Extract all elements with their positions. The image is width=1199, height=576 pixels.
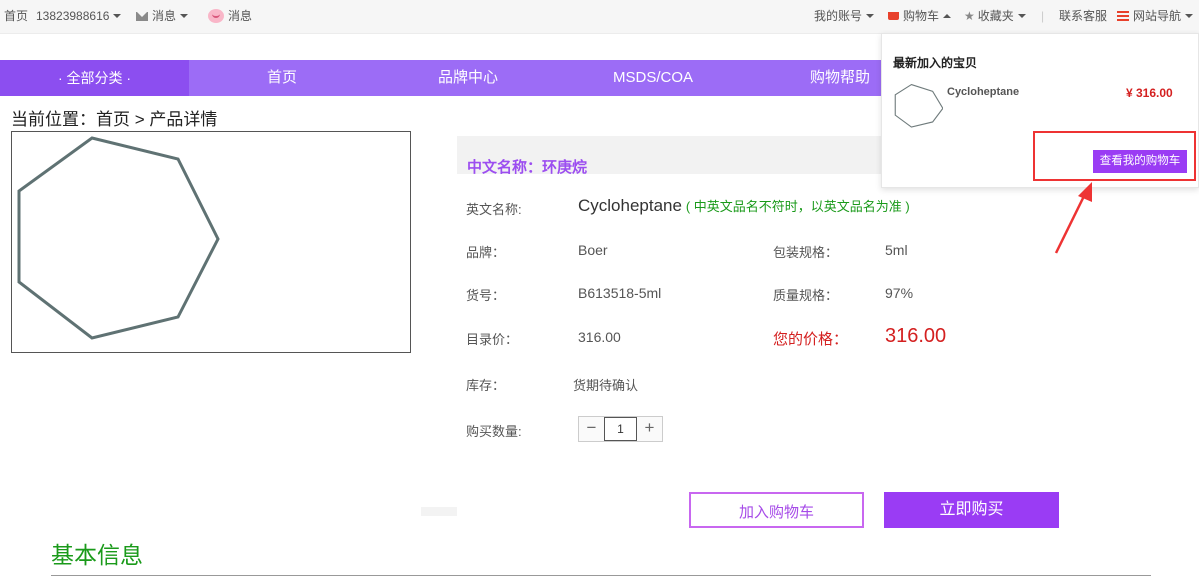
nav-item-brands[interactable]: 品牌中心 [418,60,518,96]
messages-link[interactable]: 消息 [208,8,252,24]
stock-label: 库存： [466,378,506,393]
smiley-icon [208,9,224,23]
en-name: Cycloheptane [578,196,682,215]
qty-input[interactable]: 1 [604,417,637,441]
stock-value: 货期待确认 [573,378,639,393]
nav-item-help[interactable]: 购物帮助 [790,60,890,96]
divider-block [421,507,457,516]
messages-label-2: 消息 [228,9,253,23]
en-name-row: Cycloheptane ( 中英文品名不符时，以英文品名为准 ) [578,196,910,216]
quality-label: 质量规格： [773,288,839,303]
breadcrumb: 当前位置：首页 > 产品详情 [11,110,218,129]
chevron-down-icon [1017,14,1026,18]
cart-dropdown-title: 最新加入的宝贝 [893,56,978,70]
sku-label: 货号： [466,288,506,303]
nav-all-categories[interactable]: · 全部分类 · [0,60,189,96]
envelope-icon [136,11,148,21]
qty-label: 购买数量: [466,424,522,439]
top-separator: | [1041,9,1045,23]
buy-now-button[interactable]: 立即购买 [884,492,1059,528]
qty-increase-button[interactable]: + [637,417,662,441]
cart-menu[interactable]: 购物车 [888,8,952,24]
user-phone-menu[interactable]: 13823988616 [36,8,122,24]
chevron-down-icon [1185,14,1194,18]
en-name-label: 英文名称: [466,202,522,217]
nav-item-home[interactable]: 首页 [232,60,332,96]
messages-menu[interactable]: 消息 [136,8,189,24]
nav-item-msds[interactable]: MSDS/COA [598,60,708,96]
favorites-label: 收藏夹 [977,9,1014,23]
brand-label: 品牌： [466,245,506,260]
product-cn-name: 中文名称：环庚烷 [467,159,588,176]
qty-decrease-button[interactable]: − [579,417,604,441]
cart-item-thumbnail[interactable] [891,82,943,134]
cart-icon [888,12,899,20]
contact-link[interactable]: 联系客服 [1059,8,1107,24]
messages-label: 消息 [152,9,177,23]
my-account-label: 我的账号 [814,9,863,23]
chevron-up-icon [943,14,952,18]
annotation-arrow-icon [1054,182,1092,254]
pack-value: 5ml [885,242,908,258]
list-price-value: 316.00 [578,329,621,345]
site-nav-menu[interactable]: 网站导航 [1117,8,1194,24]
my-account-menu[interactable]: 我的账号 [814,8,875,24]
user-phone: 13823988616 [36,9,110,23]
product-image [11,131,411,353]
list-icon [1117,11,1129,21]
cart-item-price: ¥ 316.00 [1126,86,1173,100]
your-price-label: 您的价格： [773,331,849,348]
sku-value: B613518-5ml [578,285,662,301]
chevron-down-icon [866,14,875,18]
view-my-cart-button[interactable]: 查看我的购物车 [1093,150,1187,173]
favorites-menu[interactable]: ★ 收藏夹 [964,8,1026,24]
chevron-down-icon [180,14,189,18]
quality-value: 97% [885,285,914,301]
your-price-value: 316.00 [885,325,947,347]
site-nav-label: 网站导航 [1133,9,1182,23]
chevron-down-icon [113,14,122,18]
add-to-cart-button[interactable]: 加入购物车 [689,492,864,528]
star-icon: ★ [964,9,975,23]
en-name-note: ( 中英文品名不符时，以英文品名为准 ) [685,199,910,214]
brand-value: Boer [578,242,608,258]
cart-item-name[interactable]: Cycloheptane [947,86,1019,98]
top-bar: 首页 13823988616 消息 消息 我的账号 购物车 ★ 收藏夹 | 联系… [0,0,1199,34]
cycloheptane-structure [17,136,220,340]
basic-info-title: 基本信息 [51,542,143,568]
cart-label: 购物车 [903,9,940,23]
top-home-link[interactable]: 首页 [4,8,28,24]
list-price-label: 目录价： [466,332,519,347]
quantity-stepper: − 1 + [578,416,663,442]
pack-label: 包装规格： [773,245,839,260]
